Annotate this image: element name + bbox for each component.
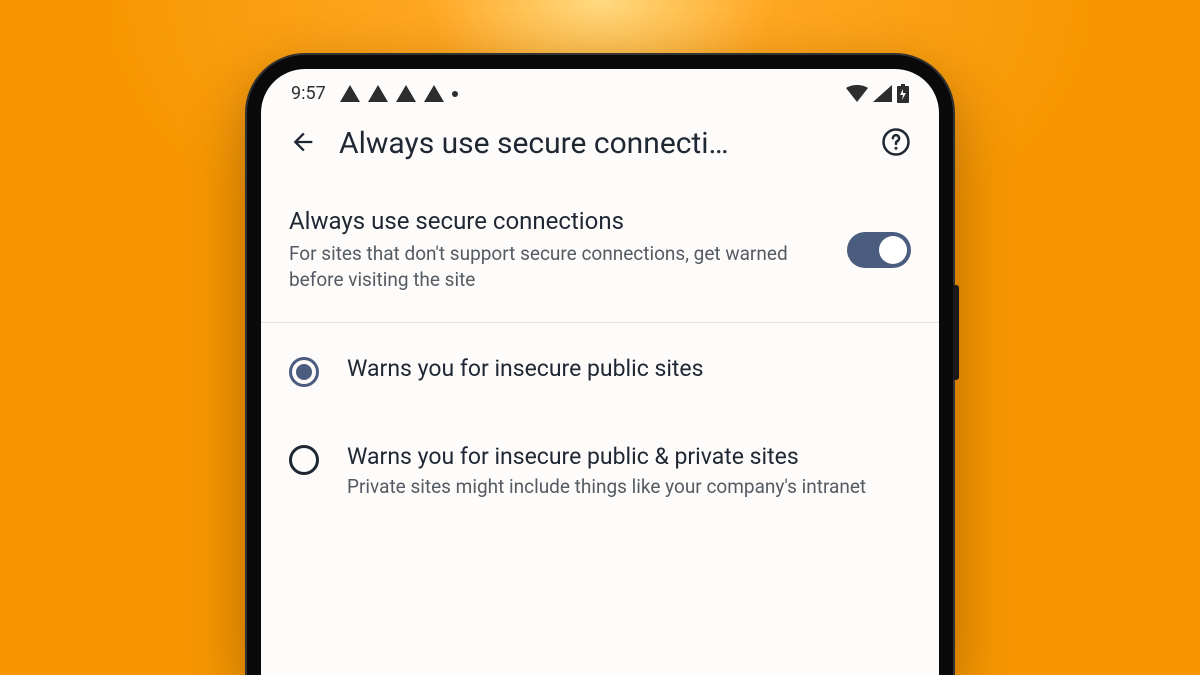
radio-description: Private sites might include things like …: [347, 474, 911, 500]
wifi-icon: [846, 85, 868, 102]
battery-icon: [897, 84, 909, 103]
setting-description: For sites that don't support secure conn…: [289, 241, 827, 292]
radio-title: Warns you for insecure public sites: [347, 355, 911, 382]
warning-icon: [424, 85, 444, 102]
radio-title: Warns you for insecure public & private …: [347, 443, 911, 470]
status-right: [846, 84, 909, 103]
secure-connections-toggle[interactable]: [847, 232, 911, 268]
warning-icon: [340, 85, 360, 102]
phone-side-button: [953, 285, 959, 380]
page-title: Always use secure connecti…: [339, 126, 859, 161]
app-bar: Always use secure connecti…: [261, 112, 939, 179]
help-button[interactable]: [881, 127, 911, 161]
setting-title: Always use secure connections: [289, 207, 827, 235]
status-left: 9:57: [291, 83, 458, 104]
warning-icon: [396, 85, 416, 102]
radio-option-public-private-sites[interactable]: Warns you for insecure public & private …: [261, 419, 939, 524]
status-bar: 9:57: [261, 69, 939, 112]
status-time: 9:57: [291, 83, 326, 104]
toggle-knob: [879, 236, 907, 264]
notification-dot-icon: [452, 91, 458, 97]
secure-connections-setting[interactable]: Always use secure connections For sites …: [261, 179, 939, 323]
radio-text: Warns you for insecure public & private …: [347, 443, 911, 500]
signal-icon: [873, 85, 892, 102]
phone-frame: 9:57 Al: [247, 55, 953, 675]
back-button[interactable]: [289, 128, 317, 160]
radio-button-icon: [289, 357, 319, 387]
radio-option-public-sites[interactable]: Warns you for insecure public sites: [261, 323, 939, 419]
warning-icon: [368, 85, 388, 102]
screen: 9:57 Al: [261, 69, 939, 675]
radio-text: Warns you for insecure public sites: [347, 355, 911, 386]
setting-text: Always use secure connections For sites …: [289, 207, 827, 292]
radio-button-icon: [289, 445, 319, 475]
